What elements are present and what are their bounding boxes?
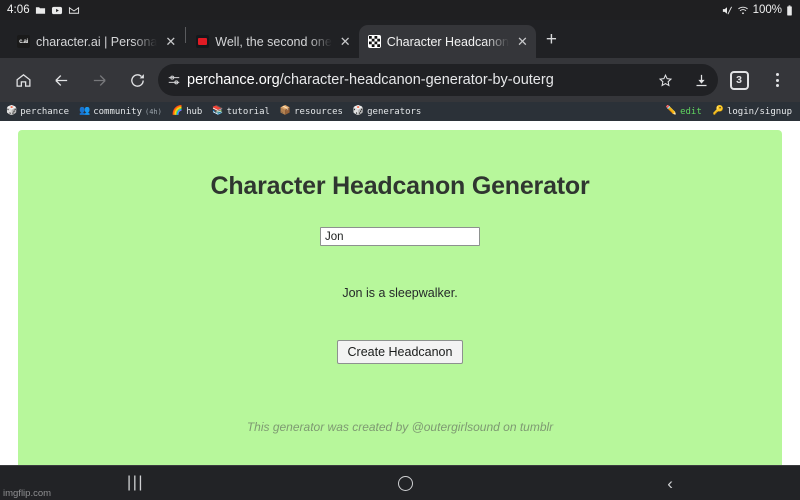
back-nav-button[interactable]: ‹ (667, 475, 673, 492)
pencil-icon: ✏️ (665, 106, 678, 116)
battery-percent-label: 100% (752, 4, 782, 16)
package-icon: 📦 (279, 106, 292, 116)
home-button[interactable] (4, 61, 42, 99)
browser-tab-2-close-icon[interactable]: ✕ (338, 35, 353, 48)
character-ai-favicon: c.ai (17, 35, 30, 48)
create-headcanon-button[interactable]: Create Headcanon (336, 340, 464, 364)
page-title: Character Headcanon Generator (210, 172, 590, 200)
reload-button[interactable] (118, 61, 156, 99)
nav-item-login-signup[interactable]: 🔑 login/signup (713, 107, 792, 117)
nav-item-perchance[interactable]: 🎲 perchance (6, 107, 69, 117)
imgflip-watermark: imgflip.com (3, 488, 52, 499)
browser-tab-1-title: character.ai | Persona (36, 34, 158, 49)
recents-button[interactable]: ||| (127, 474, 144, 492)
android-status-bar: 4:06 100% (0, 0, 800, 20)
character-name-input[interactable] (320, 227, 480, 246)
device-screen: 4:06 100% c.ai character.ai | Persona ✕ … (0, 0, 800, 500)
site-info-icon[interactable] (167, 73, 181, 87)
browser-tab-3-close-icon[interactable]: ✕ (515, 35, 530, 48)
status-bar-right: 100% (721, 4, 793, 16)
nav-item-community[interactable]: 👥 community (4h) (79, 107, 162, 117)
generator-page: Character Headcanon Generator Jon is a s… (0, 121, 800, 465)
forward-button (80, 61, 118, 99)
bookmark-star-icon[interactable] (650, 65, 680, 95)
nav-item-generators-label: generators (367, 106, 422, 117)
url-path: /character-headcanon-generator-by-outerg (279, 72, 554, 88)
wifi-icon (737, 5, 749, 16)
back-button[interactable] (42, 61, 80, 99)
browser-tab-3[interactable]: Character Headcanon ✕ (358, 25, 536, 58)
browser-tab-strip: c.ai character.ai | Persona ✕ Well, the … (0, 20, 800, 58)
browser-menu-button[interactable] (758, 61, 796, 99)
browser-tab-2-title: Well, the second one (215, 34, 332, 49)
youtube-icon (51, 5, 63, 16)
key-icon: 🔑 (712, 106, 724, 116)
nav-item-edit[interactable]: ✏️ edit (666, 107, 702, 117)
home-circle-icon[interactable] (398, 475, 414, 491)
browser-tab-1-close-icon[interactable]: ✕ (163, 35, 178, 48)
nav-item-resources-label: resources (294, 106, 343, 117)
nav-item-tutorial[interactable]: 📚 tutorial (212, 107, 270, 117)
red-page-favicon (196, 35, 210, 48)
rainbow-icon: 🌈 (171, 106, 184, 116)
status-bar-left: 4:06 (7, 4, 80, 16)
browser-toolbar: perchance.org/character-headcanon-genera… (0, 58, 800, 102)
nav-item-generators[interactable]: 🎲 generators (353, 107, 421, 117)
globe-dice-icon: 🎲 (352, 106, 365, 116)
web-page-viewport: 🎲 perchance 👥 community (4h) 🌈 hub 📚 tut… (0, 102, 800, 465)
battery-icon (786, 4, 793, 16)
perchance-nav-right: ✏️ edit 🔑 login/signup (666, 107, 794, 117)
tab-separator (185, 27, 187, 43)
headcanon-result-text: Jon is a sleepwalker. (342, 286, 458, 300)
folder-icon (35, 5, 46, 16)
people-icon: 👥 (79, 106, 91, 116)
browser-tab-2[interactable]: Well, the second one ✕ (187, 25, 358, 58)
perchance-site-nav: 🎲 perchance 👥 community (4h) 🌈 hub 📚 tut… (0, 102, 800, 121)
new-tab-button[interactable]: + (536, 30, 567, 58)
nav-item-hub-label: hub (186, 106, 203, 117)
three-dots-menu-icon (775, 73, 779, 87)
mute-icon (721, 5, 733, 16)
url-text[interactable]: perchance.org/character-headcanon-genera… (187, 72, 644, 88)
download-icon[interactable] (686, 65, 716, 95)
tab-count-label: 3 (729, 70, 749, 90)
android-navigation-bar: ||| ‹ (0, 465, 800, 500)
credit-text: This generator was created by @outergirl… (246, 420, 554, 434)
url-bar[interactable]: perchance.org/character-headcanon-genera… (158, 64, 718, 96)
nav-item-perchance-label: perchance (20, 106, 69, 117)
browser-tab-1[interactable]: c.ai character.ai | Persona ✕ (8, 25, 184, 58)
status-bar-clock: 4:06 (7, 4, 30, 16)
nav-item-hub[interactable]: 🌈 hub (172, 107, 202, 117)
nav-item-community-sub: (4h) (145, 107, 162, 116)
tab-count-button[interactable]: 3 (720, 61, 758, 99)
url-domain: perchance.org (187, 72, 280, 88)
gmail-icon (68, 5, 80, 16)
nav-item-resources[interactable]: 📦 resources (280, 107, 343, 117)
nav-item-tutorial-label: tutorial (226, 106, 270, 117)
generator-panel: Character Headcanon Generator Jon is a s… (18, 130, 782, 465)
browser-tab-3-title: Character Headcanon (386, 34, 509, 49)
nav-item-edit-label: edit (680, 106, 702, 117)
nav-item-login-signup-label: login/signup (726, 106, 792, 117)
books-icon: 📚 (212, 106, 224, 116)
dice-logo-icon: 🎲 (6, 106, 18, 116)
perchance-dice-favicon (367, 35, 381, 48)
nav-item-community-label: community (93, 106, 142, 117)
